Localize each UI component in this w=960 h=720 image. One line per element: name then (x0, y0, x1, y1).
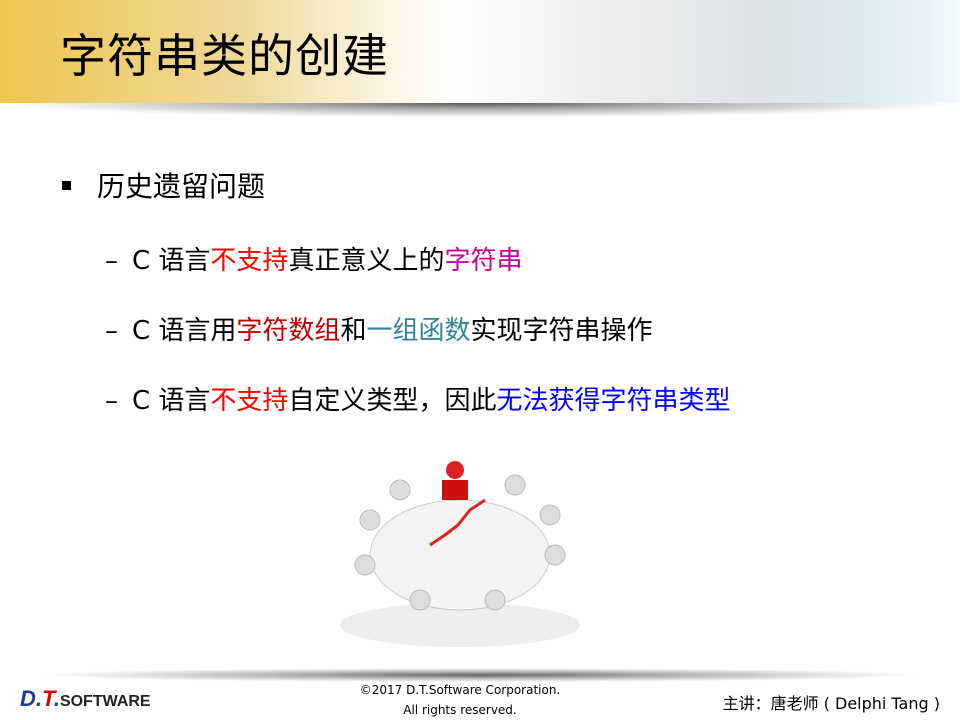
title-shadow (0, 103, 960, 127)
dash: – (105, 246, 118, 276)
bullet-item: 历史遗留问题 (62, 165, 265, 205)
text-segment: C 语言用 (132, 316, 237, 346)
copyright-line-1: ©2017 D.T.Software Corporation. (359, 683, 561, 697)
text-segment: C 语言 (132, 386, 211, 416)
bullet-text: 历史遗留问题 (97, 170, 266, 203)
text-segment: 无法获得字符串类型 (496, 386, 731, 416)
dash: – (105, 386, 118, 416)
dash: – (105, 316, 118, 346)
dt-software-logo: D.T.SOFTWARE (20, 686, 151, 711)
text-segment: 不支持 (210, 246, 289, 276)
round-table-meeting-illustration (340, 461, 580, 647)
text-segment: 自定义类型，因此 (288, 386, 497, 416)
slide-title: 字符串类的创建 (60, 29, 389, 83)
square-bullet-icon (62, 180, 71, 190)
text-segment: 实现字符串操作 (470, 316, 653, 346)
text-segment: C 语言 (132, 246, 211, 276)
text-segment: 真正意义上的 (288, 246, 445, 276)
text-segment: 和 (340, 316, 367, 346)
text-segment: 不支持 (210, 386, 289, 416)
sub-item-1: – C 语言不支持真正意义上的字符串 (105, 240, 522, 277)
text-segment: 字符串 (444, 246, 523, 276)
copyright: ©2017 D.T.Software Corporation. All righ… (340, 680, 580, 720)
sub-item-2: – C 语言用字符数组和一组函数实现字符串操作 (105, 310, 652, 347)
text-segment: 字符数组 (236, 316, 341, 346)
lecturer-credit: 主讲：唐老师 ( Delphi Tang ) (722, 694, 940, 713)
text-segment: 一组函数 (366, 316, 471, 346)
copyright-line-2: All rights reserved. (403, 703, 517, 717)
sub-item-3: – C 语言不支持自定义类型，因此无法获得字符串类型 (105, 380, 730, 417)
